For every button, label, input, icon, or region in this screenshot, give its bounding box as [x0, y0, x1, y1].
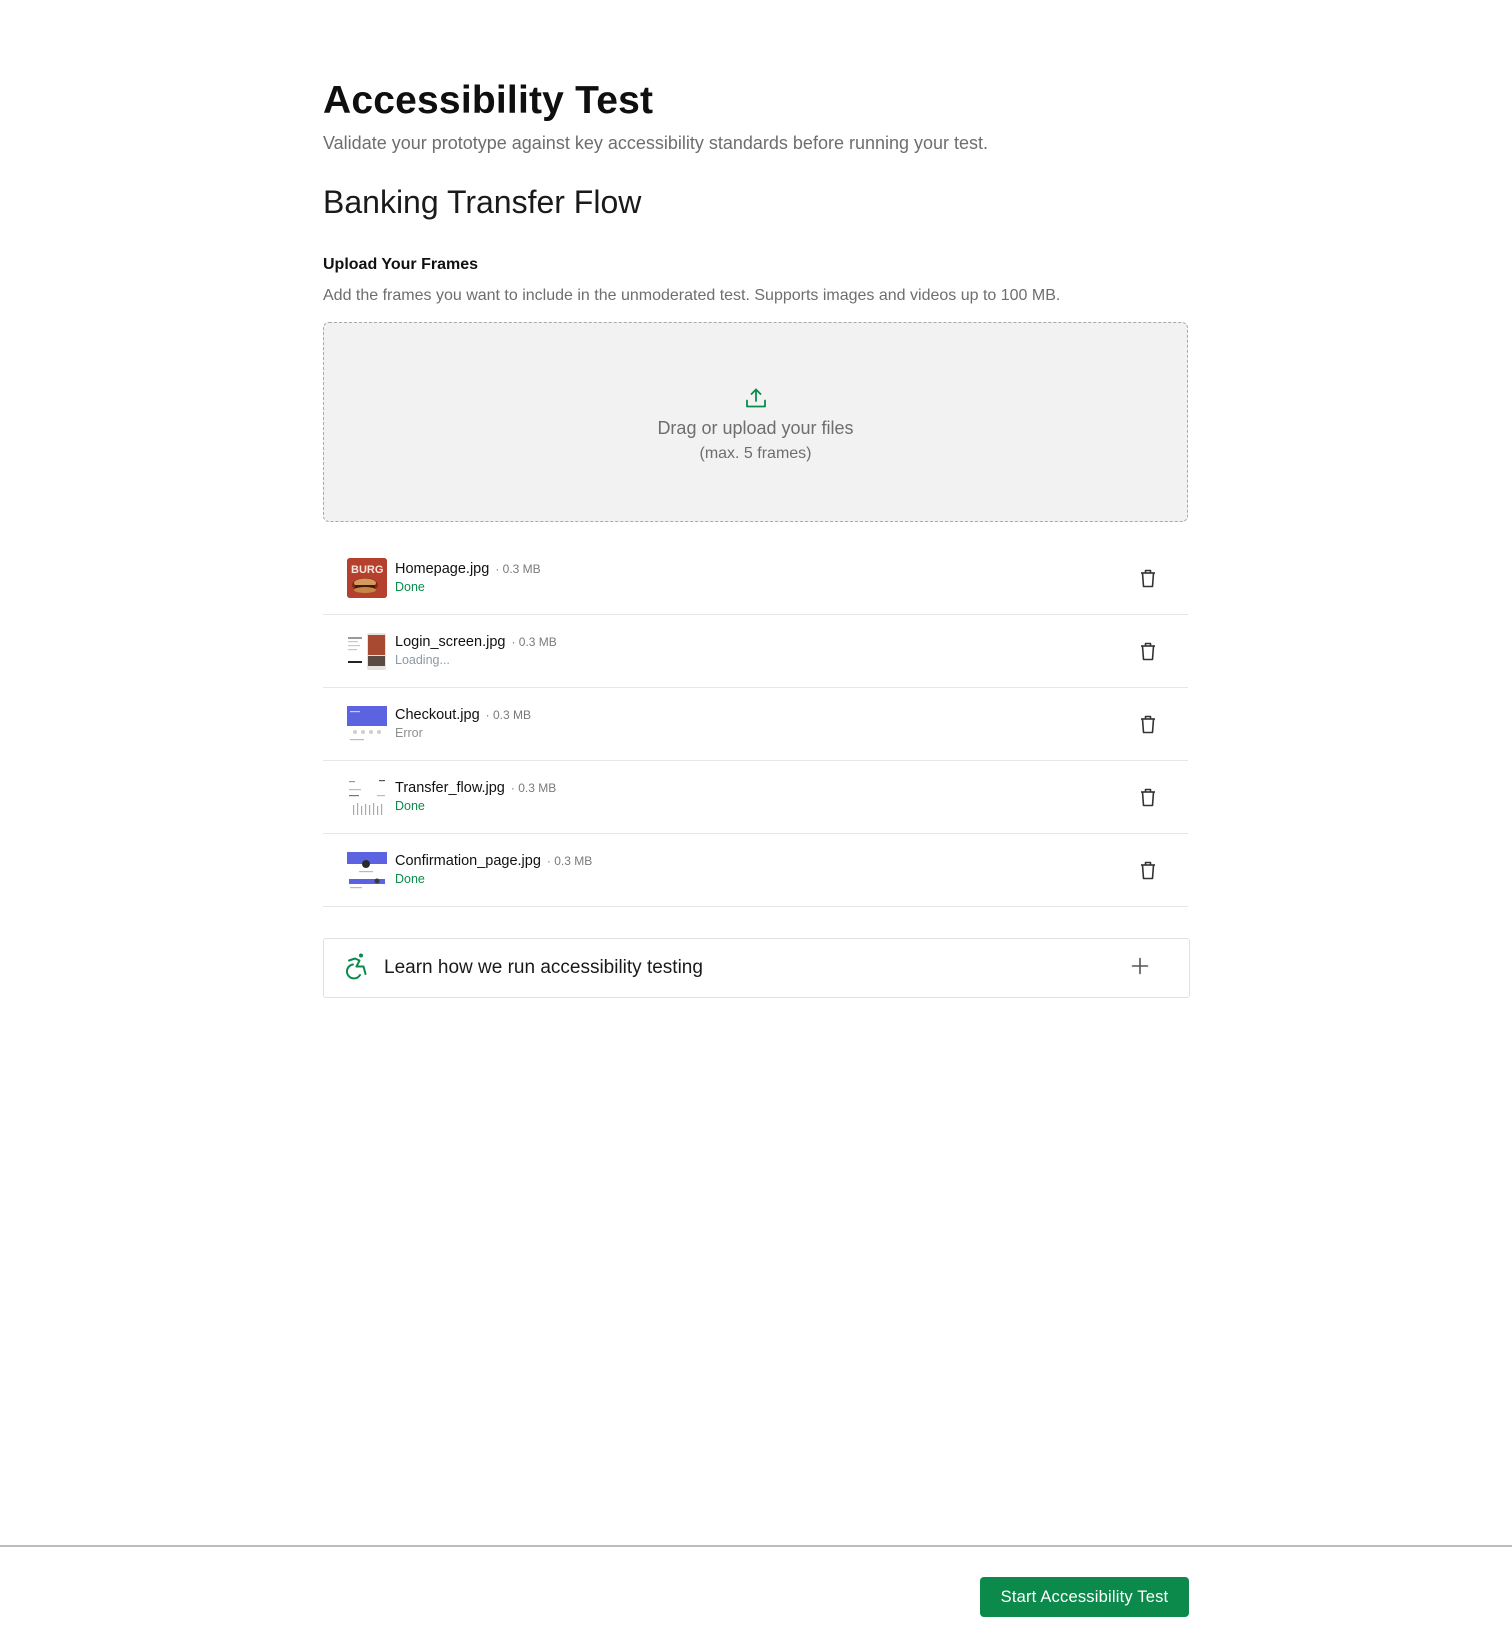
file-info: Login_screen.jpg · 0.3 MB Loading...	[395, 633, 1136, 669]
file-thumbnail: BURG	[347, 558, 387, 598]
trash-icon	[1141, 715, 1155, 734]
file-size: · 0.3 MB	[511, 635, 557, 649]
file-status: Loading...	[395, 653, 450, 667]
file-status: Error	[395, 726, 423, 740]
file-row: Confirmation_page.jpg · 0.3 MB Done	[323, 834, 1188, 907]
delete-file-button[interactable]	[1136, 639, 1160, 663]
start-accessibility-test-button[interactable]: Start Accessibility Test	[980, 1577, 1189, 1617]
trash-icon	[1141, 861, 1155, 880]
accessibility-info-accordion[interactable]: Learn how we run accessibility testing	[323, 938, 1190, 998]
file-status: Done	[395, 580, 425, 594]
file-row: Login_screen.jpg · 0.3 MB Loading...	[323, 615, 1188, 688]
file-size: · 0.3 MB	[485, 708, 531, 722]
project-title: Banking Transfer Flow	[323, 184, 642, 220]
page-subtitle: Validate your prototype against key acce…	[323, 133, 989, 153]
delete-file-button[interactable]	[1136, 566, 1160, 590]
file-thumbnail	[347, 631, 387, 671]
dropzone-hint: (max. 5 frames)	[699, 444, 812, 462]
page-title: Accessibility Test	[323, 79, 654, 122]
file-info: Checkout.jpg · 0.3 MB Error	[395, 706, 1136, 742]
file-size: · 0.3 MB	[510, 781, 557, 795]
thumbnail-logo-text: BURG	[351, 564, 383, 576]
file-status: Done	[395, 872, 425, 886]
file-name: Homepage.jpg	[395, 561, 490, 577]
file-thumbnail	[347, 704, 387, 744]
footer-bar: Start Accessibility Test	[0, 1545, 1512, 1645]
file-row: Checkout.jpg · 0.3 MB Error	[323, 688, 1188, 761]
delete-file-button[interactable]	[1136, 712, 1160, 736]
delete-file-button[interactable]	[1136, 785, 1160, 809]
file-status: Done	[395, 799, 425, 813]
plus-icon[interactable]	[1131, 957, 1149, 980]
page: Accessibility Test Validate your prototy…	[0, 0, 1512, 1645]
file-thumbnail	[347, 777, 387, 817]
accordion-label: Learn how we run accessibility testing	[384, 957, 703, 978]
upload-icon	[744, 386, 768, 410]
file-name: Checkout.jpg	[395, 707, 480, 723]
accessibility-icon	[344, 952, 370, 985]
trash-icon	[1141, 642, 1155, 661]
upload-section-description: Add the frames you want to include in th…	[323, 287, 1061, 304]
file-size: · 0.3 MB	[546, 854, 593, 868]
upload-section-title: Upload Your Frames	[323, 256, 478, 273]
file-row: Transfer_flow.jpg · 0.3 MB Done	[323, 761, 1188, 834]
file-thumbnail	[347, 850, 387, 890]
trash-icon	[1141, 569, 1155, 588]
file-name: Transfer_flow.jpg	[395, 780, 505, 796]
file-info: Homepage.jpg · 0.3 MB Done	[395, 560, 1136, 596]
dropzone-text: Drag or upload your files	[657, 417, 854, 438]
file-size: · 0.3 MB	[495, 562, 541, 576]
trash-icon	[1141, 788, 1155, 807]
file-name: Login_screen.jpg	[395, 634, 506, 650]
delete-file-button[interactable]	[1136, 858, 1160, 882]
file-row: BURG Homepage.jpg · 0.3 MB Done	[323, 542, 1188, 615]
file-list: BURG Homepage.jpg · 0.3 MB Done Login_sc…	[323, 542, 1188, 907]
file-info: Transfer_flow.jpg · 0.3 MB Done	[395, 779, 1136, 815]
main-content: Accessibility Test Validate your prototy…	[323, 76, 1191, 998]
file-info: Confirmation_page.jpg · 0.3 MB Done	[395, 852, 1136, 888]
file-name: Confirmation_page.jpg	[395, 853, 541, 869]
file-dropzone[interactable]: Drag or upload your files (max. 5 frames…	[323, 322, 1188, 522]
